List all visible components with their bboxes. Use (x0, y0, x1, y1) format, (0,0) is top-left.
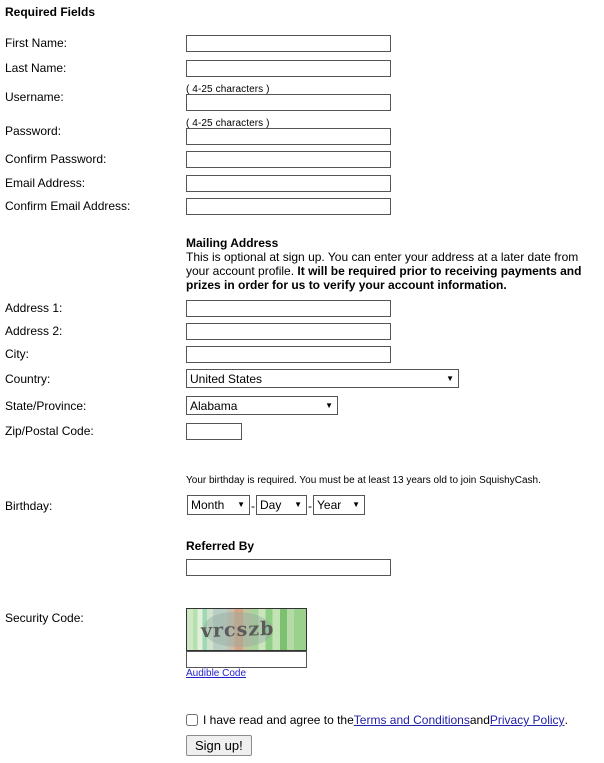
password-label: Password: (5, 124, 62, 138)
captcha-code-text: vrcszb (201, 617, 275, 642)
signup-form-page: Required Fields First Name: Last Name: U… (0, 0, 604, 763)
state-select[interactable]: Alabama (186, 396, 338, 415)
privacy-policy-link[interactable]: Privacy Policy (490, 713, 565, 727)
country-select-wrap[interactable]: United States ▼ (186, 369, 459, 388)
birthday-separator-2: - (308, 499, 312, 513)
last-name-input[interactable] (186, 60, 391, 77)
last-name-label: Last Name: (5, 61, 67, 75)
audible-code-link[interactable]: Audible Code (186, 668, 246, 679)
confirm-password-label: Confirm Password: (5, 152, 107, 166)
email-input[interactable] (186, 175, 391, 192)
country-label: Country: (5, 372, 51, 386)
terms-checkbox[interactable] (186, 714, 198, 726)
username-input[interactable] (186, 94, 391, 111)
city-label: City: (5, 347, 29, 361)
birth-month-select[interactable]: Month (187, 495, 250, 515)
security-code-input[interactable] (186, 651, 307, 668)
mailing-address-block: Mailing Address This is optional at sign… (186, 236, 588, 292)
birth-day-select[interactable]: Day (256, 495, 307, 515)
zip-input[interactable] (186, 423, 242, 440)
birth-month-select-wrap[interactable]: Month ▼ (187, 495, 250, 515)
country-select[interactable]: United States (186, 369, 459, 388)
required-fields-heading: Required Fields (5, 5, 96, 19)
birth-year-select[interactable]: Year (313, 495, 365, 515)
first-name-input[interactable] (186, 35, 391, 52)
address1-label: Address 1: (5, 301, 63, 315)
state-select-wrap[interactable]: Alabama ▼ (186, 396, 338, 415)
terms-text-before: I have read and agree to the (203, 713, 354, 727)
terms-text-after: . (564, 713, 568, 727)
confirm-email-input[interactable] (186, 198, 391, 215)
referred-by-input[interactable] (186, 559, 391, 576)
city-input[interactable] (186, 346, 391, 363)
mailing-address-title: Mailing Address (186, 236, 279, 250)
terms-text-between: and (469, 713, 490, 727)
sign-up-button[interactable]: Sign up! (186, 735, 252, 756)
birth-year-select-wrap[interactable]: Year ▼ (313, 495, 365, 515)
first-name-label: First Name: (5, 36, 68, 50)
email-label: Email Address: (5, 176, 86, 190)
birthday-label: Birthday: (5, 499, 53, 513)
password-input[interactable] (186, 128, 391, 145)
terms-and-conditions-link[interactable]: Terms and Conditions (354, 713, 470, 727)
birth-day-select-wrap[interactable]: Day ▼ (256, 495, 307, 515)
address2-input[interactable] (186, 323, 391, 340)
birthday-note: Your birthday is required. You must be a… (186, 475, 541, 486)
security-code-label: Security Code: (5, 611, 84, 625)
address2-label: Address 2: (5, 324, 63, 338)
confirm-email-label: Confirm Email Address: (5, 199, 131, 213)
zip-label: Zip/Postal Code: (5, 424, 94, 438)
username-label: Username: (5, 90, 64, 104)
captcha-image: vrcszb (186, 608, 307, 651)
referred-by-heading: Referred By (186, 539, 255, 553)
address1-input[interactable] (186, 300, 391, 317)
confirm-password-input[interactable] (186, 151, 391, 168)
terms-agreement-row: I have read and agree to the Terms and C… (186, 713, 568, 727)
state-label: State/Province: (5, 399, 87, 413)
birthday-separator-1: - (251, 499, 255, 513)
